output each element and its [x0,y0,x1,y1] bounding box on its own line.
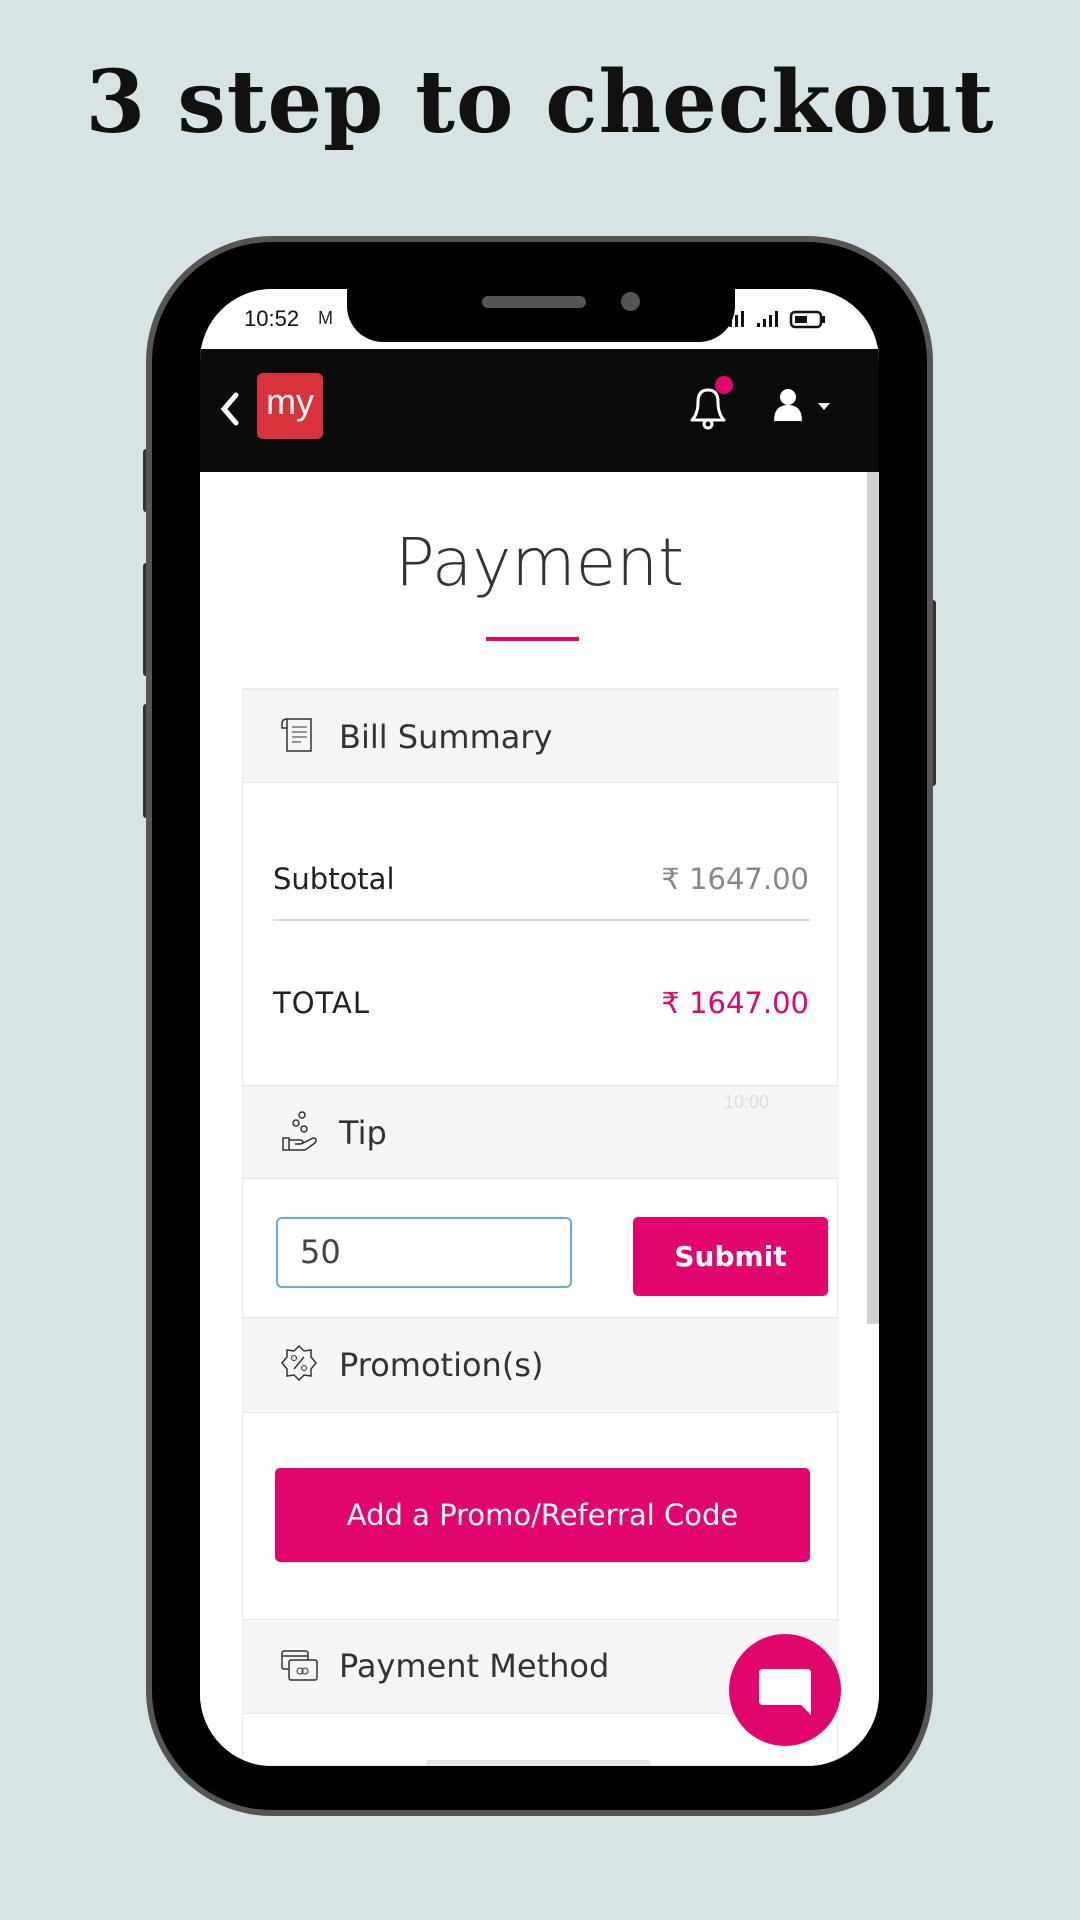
home-indicator [426,1760,651,1766]
add-promo-code-button[interactable]: Add a Promo/Referral Code [275,1468,810,1562]
receipt-icon [281,718,312,752]
ghost-text: 10:00 [723,1092,769,1112]
chat-bubble-icon [759,1669,811,1715]
chat-button[interactable] [729,1634,841,1746]
title-underline [486,637,579,641]
phone-power-button [927,600,936,786]
bell-icon[interactable] [680,374,740,434]
tip-submit-button[interactable]: Submit [633,1217,828,1296]
subtotal-label: Subtotal [273,862,395,896]
page-content: Payment Bill Summary Subtotal ₹ 1647.00 … [200,472,879,1766]
payment-method-heading: Payment Method [339,1647,610,1685]
tip-input[interactable]: 50 [276,1217,572,1288]
phone-side-button [143,704,152,818]
tip-heading: Tip [339,1114,387,1152]
notification-dot [715,376,733,394]
app-header: my [200,349,879,472]
divider [273,919,810,921]
bill-summary-header: Bill Summary [243,689,839,783]
promotions-header: Promotion(s) [243,1317,839,1413]
headline: 3 step to checkout [85,52,995,153]
phone-screen: 10:52 M my Payment Bill Summary Subtotal… [200,289,879,1766]
credit-cards-icon [281,1650,318,1681]
status-time: 10:52 [244,306,300,331]
signal-battery-icons [729,310,825,329]
total-label: TOTAL [273,986,370,1020]
phone-frame: 10:52 M my Payment Bill Summary Subtotal… [152,242,927,1810]
phone-side-button [143,563,152,676]
bill-summary-heading: Bill Summary [339,718,553,756]
discount-badge-icon [281,1344,317,1382]
gmail-icon: M [318,308,333,328]
subtotal-value: ₹ 1647.00 [661,862,809,896]
back-chevron-icon[interactable] [218,391,242,427]
phone-notch [347,289,735,342]
promotions-heading: Promotion(s) [339,1346,544,1384]
payment-card: Bill Summary Subtotal ₹ 1647.00 TOTAL ₹ … [242,688,839,1766]
app-logo[interactable]: my [257,373,323,439]
total-value: ₹ 1647.00 [661,986,809,1020]
speaker [482,296,586,308]
tip-hand-icon [282,1111,317,1151]
tip-header: 10:00 Tip [243,1085,839,1179]
phone-side-button [143,449,152,512]
page-title: Payment [395,524,684,601]
camera [621,292,640,311]
user-menu-icon[interactable] [770,387,830,427]
